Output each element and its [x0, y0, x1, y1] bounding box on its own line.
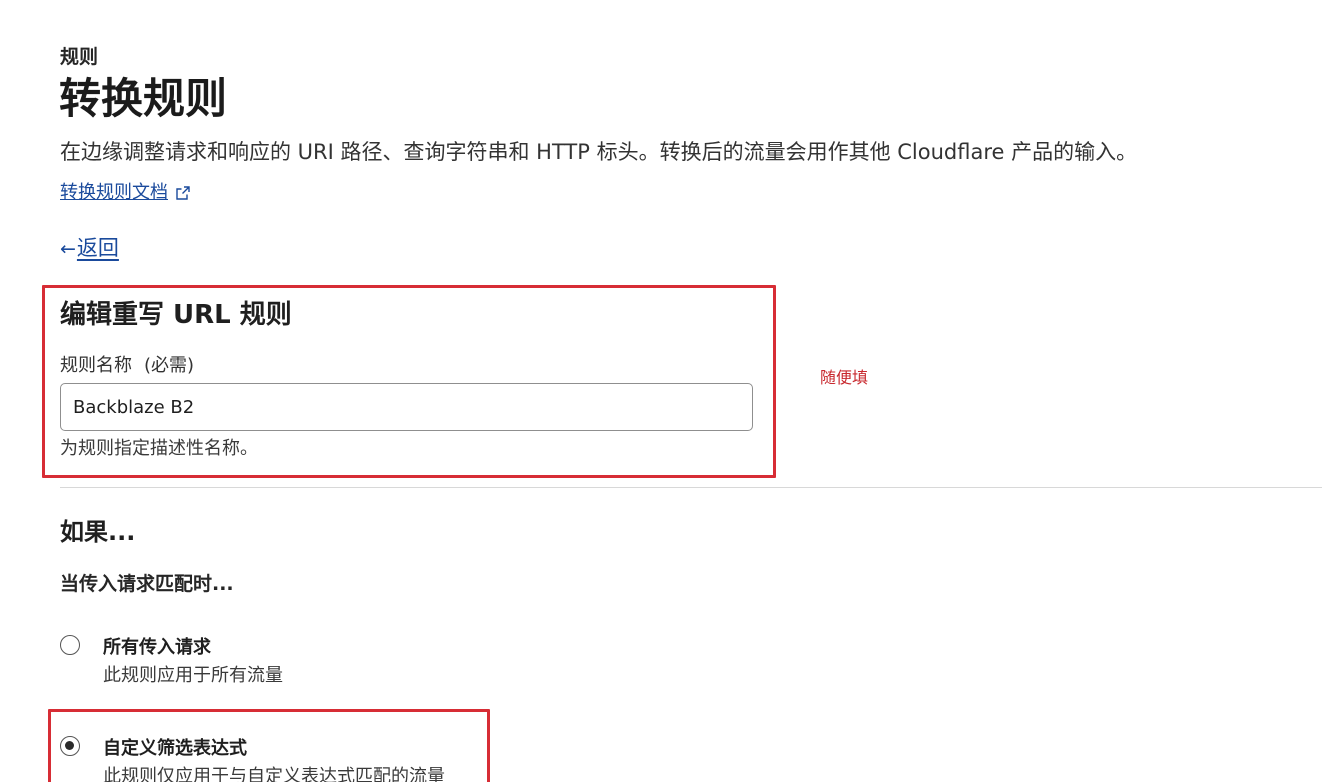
radio-label: 自定义筛选表达式: [103, 738, 247, 759]
rule-name-label: 规则名称 (必需): [60, 351, 194, 377]
section-divider: [60, 487, 1322, 488]
radio-button-unselected[interactable]: [60, 635, 80, 655]
radio-label: 所有传入请求: [103, 637, 211, 658]
annotation-note: 随便填: [820, 368, 869, 387]
breadcrumb[interactable]: 规则: [60, 42, 98, 69]
if-heading: 如果...: [60, 518, 136, 546]
page-description: 在边缘调整请求和响应的 URI 路径、查询字符串和 HTTP 标头。转换后的流量…: [60, 140, 1138, 164]
match-heading: 当传入请求匹配时...: [60, 573, 234, 595]
docs-link-label: 转换规则文档: [60, 182, 168, 203]
edit-section-title: 编辑重写 URL 规则: [60, 300, 292, 330]
back-label: 返回: [76, 236, 119, 260]
external-link-icon: [176, 184, 190, 205]
radio-description: 此规则应用于所有流量: [103, 665, 283, 686]
rule-name-help: 为规则指定描述性名称。: [60, 438, 258, 459]
docs-link[interactable]: 转换规则文档: [60, 178, 190, 205]
back-link[interactable]: ←返回: [60, 232, 119, 262]
rule-name-label-text: 规则名称: [60, 355, 132, 376]
radio-selected-dot: [65, 741, 74, 750]
radio-button-selected[interactable]: [60, 736, 80, 756]
radio-description: 此规则仅应用于与自定义表达式匹配的流量: [103, 766, 445, 782]
page-title: 转换规则: [59, 74, 228, 123]
arrow-left-icon: ←: [60, 238, 76, 260]
transform-rules-page: 规则 转换规则 在边缘调整请求和响应的 URI 路径、查询字符串和 HTTP 标…: [0, 0, 1322, 782]
required-note: (必需): [144, 355, 195, 376]
rule-name-input[interactable]: [60, 383, 753, 431]
